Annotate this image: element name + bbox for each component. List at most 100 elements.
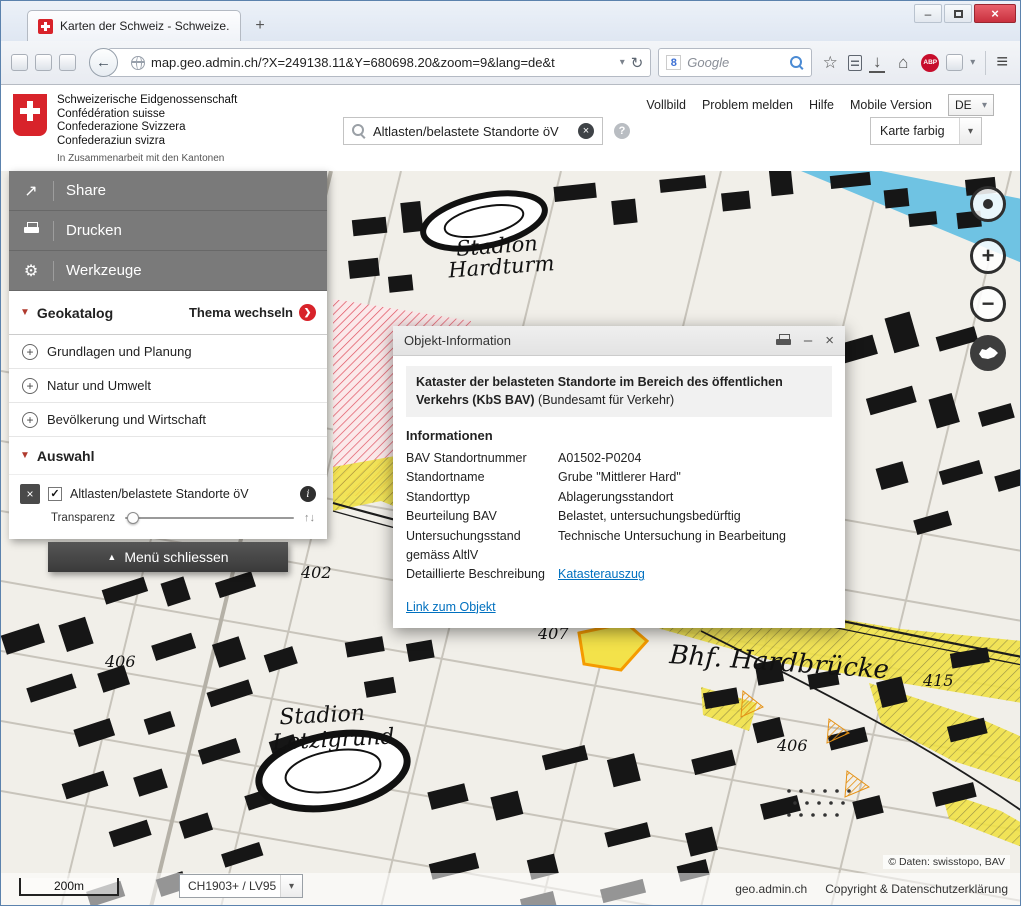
header-link-mobile-version[interactable]: Mobile Version (850, 98, 932, 112)
titlebar: Karten der Schweiz - Schweize... + – × (1, 1, 1020, 41)
popup-header[interactable]: Objekt-Information – × (393, 326, 845, 356)
chevron-right-icon: ❯ (299, 304, 316, 321)
new-tab-button[interactable]: + (247, 14, 273, 38)
map-attribution: © Daten: swisstopo, BAV (883, 855, 1010, 869)
info-row: Untersuchungsstand gemäss AltlVTechnisch… (406, 527, 832, 566)
share-icon: ↗ (9, 181, 53, 201)
popup-print-button[interactable] (776, 334, 791, 347)
header-link-hilfe[interactable]: Hilfe (809, 98, 834, 112)
caret-down-icon: ▾ (959, 118, 981, 144)
org-line-de: Schweizerische Eidgenossenschaft (57, 94, 237, 108)
search-icon (352, 124, 366, 138)
org-line-it: Confederazione Svizzera (57, 121, 237, 135)
toolbar-caret-icon[interactable]: ▾ (970, 57, 975, 68)
tools-icon: ⚙ (9, 261, 53, 281)
object-link[interactable]: Link zum Objekt (406, 600, 496, 614)
extension-icon-1[interactable] (11, 54, 28, 71)
search-engine-bar[interactable]: 8 Google (658, 48, 812, 77)
share-button[interactable]: ↗ Share (9, 171, 327, 211)
close-button[interactable]: × (974, 4, 1016, 23)
header-link-problem-melden[interactable]: Problem melden (702, 98, 793, 112)
tools-button[interactable]: ⚙ Werkzeuge (9, 251, 327, 291)
clear-search-button[interactable]: × (578, 123, 594, 139)
tab-title: Karten der Schweiz - Schweize... (60, 19, 230, 33)
slider-knob[interactable] (127, 512, 139, 524)
help-button[interactable]: ? (614, 123, 630, 139)
zoom-in-button[interactable]: + (970, 238, 1006, 274)
maximize-button[interactable] (944, 4, 972, 23)
layer-row: × ✓ Altlasten/belastete Standorte öV i (9, 475, 327, 509)
catalog-item-natur[interactable]: + Natur und Umwelt (9, 369, 327, 403)
layer-label: Altlasten/belastete Standorte öV (70, 487, 292, 501)
back-button[interactable]: ← (89, 48, 118, 77)
minimize-button[interactable]: – (914, 4, 942, 23)
zoom-out-button[interactable]: − (970, 286, 1006, 322)
catalog-item-bevoelkerung[interactable]: + Bevölkerung und Wirtschaft (9, 403, 327, 437)
search-input[interactable] (373, 124, 571, 139)
download-icon[interactable]: ↓ (869, 53, 885, 73)
url-bar[interactable]: map.geo.admin.ch/?X=249138.11&Y=680698.2… (108, 48, 651, 77)
expand-icon: + (22, 344, 38, 360)
transparency-label: Transparenz (51, 512, 115, 524)
transparency-slider[interactable] (125, 511, 294, 525)
collaboration-note: In Zusammenarbeit mit den Kantonen (57, 153, 237, 164)
scale-bar: 200m (19, 878, 119, 896)
org-line-fr: Confédération suisse (57, 108, 237, 122)
info-row: Beurteilung BAVBelastet, untersuchungsbe… (406, 507, 832, 526)
map-label-415: 415 (922, 671, 954, 690)
projection-select[interactable]: CH1903+ / LV95 ▾ (179, 874, 303, 898)
language-select[interactable]: DE ▾ (948, 94, 994, 116)
bookmark-star-icon[interactable]: ☆ (819, 53, 841, 73)
triangle-down-icon: ▼ (20, 450, 30, 461)
switzerland-outline-icon (977, 346, 999, 360)
search-engine-placeholder[interactable]: Google (687, 55, 784, 70)
map-style-select[interactable]: Karte farbig ▾ (870, 117, 982, 145)
triangle-down-icon: ▼ (20, 307, 30, 318)
menu-hamburger-icon[interactable]: ≡ (996, 51, 1008, 74)
extension-icon-2[interactable] (35, 54, 52, 71)
caret-down-icon: ▾ (280, 875, 302, 897)
object-info-popup: Objekt-Information – × Kataster der bela… (393, 326, 845, 628)
expand-icon: + (22, 378, 38, 394)
katasterauszug-link[interactable]: Katasterauszug (558, 567, 645, 581)
thema-wechseln-link[interactable]: Thema wechseln ❯ (189, 304, 316, 321)
expand-icon: + (22, 412, 38, 428)
print-button[interactable]: Drucken (9, 211, 327, 251)
header-link-vollbild[interactable]: Vollbild (646, 98, 686, 112)
search-submit-icon[interactable] (790, 56, 804, 70)
overview-switzerland-button[interactable] (970, 335, 1006, 371)
url-dropdown-icon[interactable]: ▾ (620, 57, 625, 68)
org-line-rm: Confederaziun svizra (57, 135, 237, 149)
home-icon[interactable]: ⌂ (892, 53, 914, 73)
caret-down-icon: ▾ (982, 100, 987, 111)
map-search-bar[interactable]: × (343, 117, 603, 145)
footer-site-link[interactable]: geo.admin.ch (735, 882, 807, 896)
catalog-item-grundlagen[interactable]: + Grundlagen und Planung (9, 335, 327, 369)
extension-icon-3[interactable] (59, 54, 76, 71)
close-menu-button[interactable]: ▲ Menü schliessen (48, 542, 288, 572)
maximize-icon (954, 10, 963, 18)
info-row: StandorttypAblagerungsstandort (406, 488, 832, 507)
extension-button[interactable] (946, 54, 963, 71)
popup-close-button[interactable]: × (825, 333, 834, 348)
url-text[interactable]: map.geo.admin.ch/?X=249138.11&Y=680698.2… (151, 55, 614, 70)
layer-checkbox[interactable]: ✓ (48, 487, 62, 501)
browser-tab[interactable]: Karten der Schweiz - Schweize... (27, 10, 241, 41)
auswahl-header[interactable]: ▼ Auswahl (9, 437, 327, 475)
layer-info-icon[interactable]: i (300, 486, 316, 502)
popup-minimize-button[interactable]: – (804, 333, 812, 348)
footer-copyright-link[interactable]: Copyright & Datenschutzerklärung (825, 882, 1008, 896)
bookmarks-menu-icon[interactable] (848, 55, 862, 71)
remove-layer-button[interactable]: × (20, 484, 40, 504)
geolocate-dot-icon (983, 199, 993, 209)
geokatalog-title: Geokatalog (37, 305, 113, 321)
swiss-coat-of-arms-icon (13, 94, 47, 136)
reload-button[interactable]: ↻ (631, 54, 644, 72)
geokatalog-header[interactable]: ▼ Geokatalog Thema wechseln ❯ (9, 291, 327, 335)
adblock-icon[interactable]: ABP (921, 54, 939, 72)
browser-window: Karten der Schweiz - Schweize... + – × ←… (0, 0, 1021, 906)
popup-title: Objekt-Information (404, 333, 763, 348)
brand: Schweizerische Eidgenossenschaft Confédé… (13, 94, 237, 164)
layer-move-down-icon[interactable]: ↓ (310, 512, 316, 524)
geolocate-button[interactable] (970, 186, 1006, 222)
